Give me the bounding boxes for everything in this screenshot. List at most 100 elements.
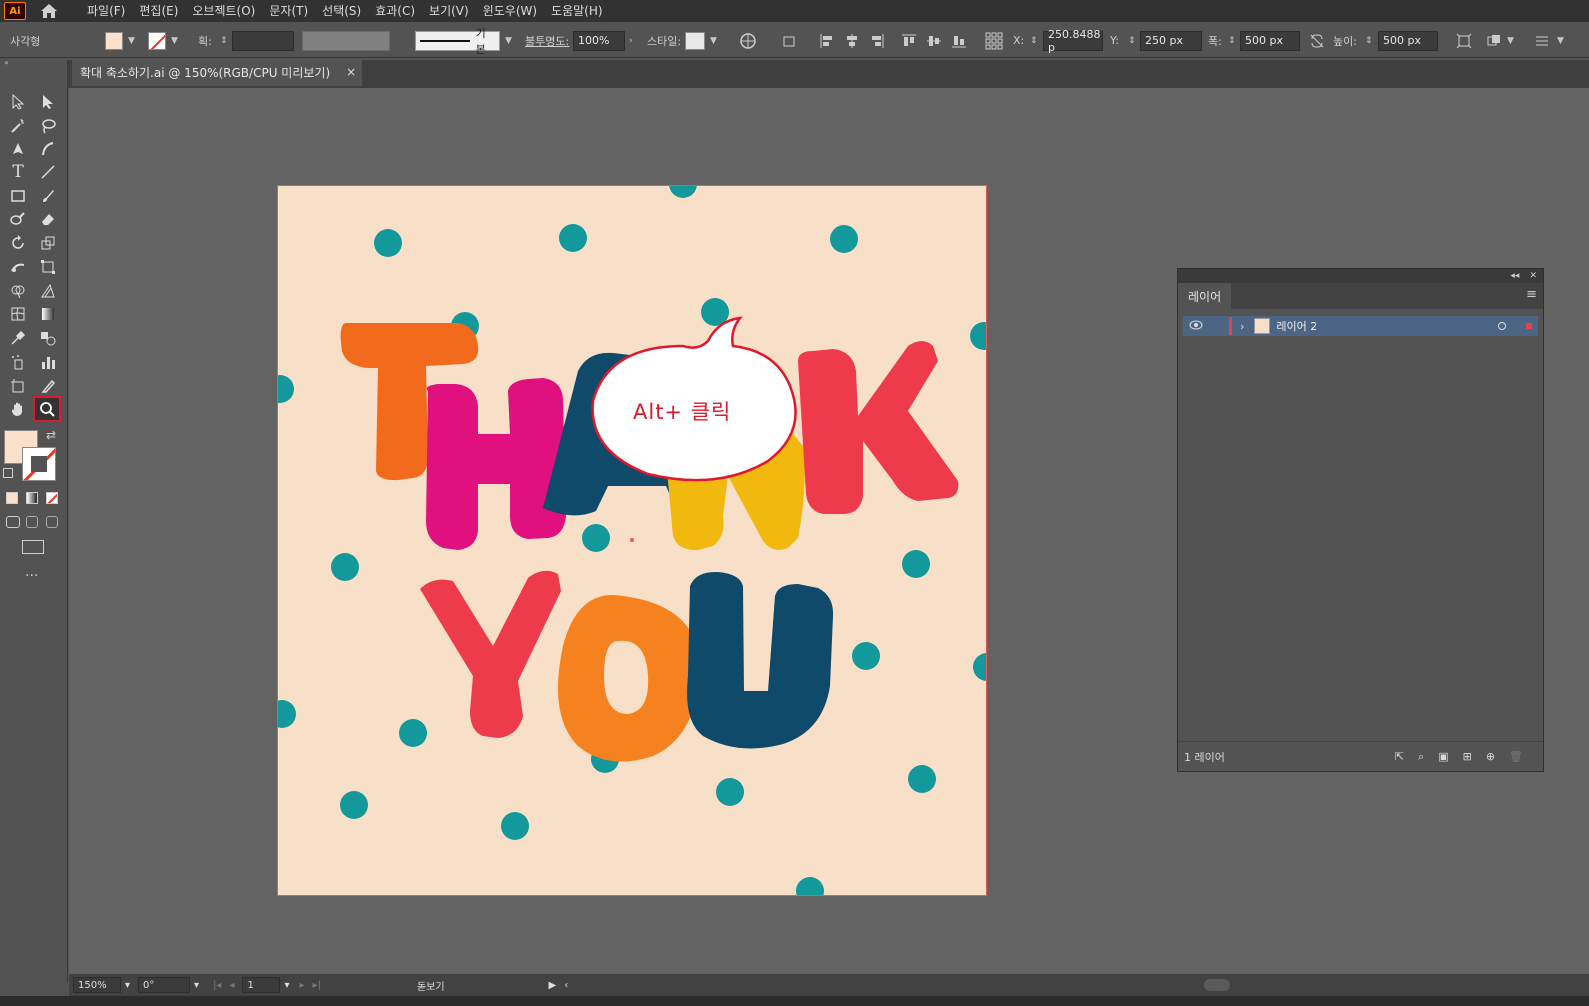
transform-options-icon[interactable]: [780, 32, 798, 50]
arrange-icon[interactable]: [1485, 32, 1503, 50]
height-field[interactable]: 500 px: [1378, 30, 1438, 51]
layer-row[interactable]: › 레이어 2: [1183, 316, 1538, 336]
type-tool-icon[interactable]: T: [6, 161, 30, 183]
free-transform-tool-icon[interactable]: [36, 256, 60, 278]
brush-definition[interactable]: 기본: [415, 27, 500, 56]
stroke-weight-field[interactable]: [232, 30, 294, 51]
selection-tool-icon[interactable]: [6, 91, 30, 113]
trash-icon[interactable]: 🗑: [1509, 750, 1523, 763]
collapse-panel-icon[interactable]: ◂◂: [1510, 271, 1519, 281]
home-icon[interactable]: [38, 2, 60, 20]
layer-name[interactable]: 레이어 2: [1276, 318, 1317, 334]
menu-view[interactable]: 보기(V): [422, 0, 476, 22]
rotation-field[interactable]: 0°: [138, 977, 191, 993]
rotation-dropdown-icon[interactable]: ▾: [194, 980, 199, 991]
artboard-tool-icon[interactable]: [6, 375, 30, 397]
scale-tool-icon[interactable]: [36, 232, 60, 254]
graphic-style-swatch[interactable]: [685, 31, 705, 50]
transform-icon[interactable]: [1455, 32, 1473, 50]
align-left-icon[interactable]: [818, 32, 836, 50]
mesh-tool-icon[interactable]: [6, 303, 30, 325]
style-dropdown-icon[interactable]: ▼: [710, 36, 717, 46]
zoom-dropdown-icon[interactable]: ▾: [125, 980, 130, 991]
color-mode-icon[interactable]: [6, 492, 18, 504]
zoom-tool-icon[interactable]: [33, 396, 61, 422]
control-bar-dropdown-icon[interactable]: ▼: [1557, 36, 1564, 46]
stroke-color-box[interactable]: [22, 447, 56, 481]
new-sublayer-icon[interactable]: ⊞: [1463, 750, 1472, 763]
none-mode-icon[interactable]: [46, 492, 58, 504]
eye-icon[interactable]: [1189, 320, 1203, 333]
rotate-tool-icon[interactable]: [6, 232, 30, 254]
y-field[interactable]: 250 px: [1140, 30, 1202, 51]
artboard-dropdown-icon[interactable]: ▾: [284, 980, 289, 991]
lasso-tool-icon[interactable]: [36, 115, 60, 137]
stroke-dropdown-icon[interactable]: ▼: [171, 36, 178, 46]
close-tab-icon[interactable]: ×: [346, 65, 356, 79]
align-top-icon[interactable]: [900, 32, 918, 50]
collapse-icon[interactable]: «: [4, 58, 9, 67]
pen-tool-icon[interactable]: [6, 138, 30, 160]
shape-builder-tool-icon[interactable]: [6, 280, 30, 302]
height-stepper-icon[interactable]: ⇕: [1365, 36, 1373, 46]
menu-type[interactable]: 문자(T): [262, 0, 315, 22]
menu-object[interactable]: 오브젝트(O): [185, 0, 262, 22]
recolor-artwork-icon[interactable]: [739, 32, 757, 50]
hand-tool-icon[interactable]: [6, 398, 30, 420]
opacity-field[interactable]: 100%: [573, 30, 625, 51]
menu-effect[interactable]: 효과(C): [368, 0, 422, 22]
clipping-mask-icon[interactable]: ▣: [1438, 750, 1448, 763]
align-bottom-icon[interactable]: [950, 32, 968, 50]
menu-help[interactable]: 도움말(H): [544, 0, 610, 22]
eyedropper-tool-icon[interactable]: [6, 327, 30, 349]
default-colors-icon[interactable]: [3, 468, 13, 478]
x-stepper-icon[interactable]: ⇕: [1030, 36, 1038, 46]
width-stepper-icon[interactable]: ⇕: [1228, 36, 1236, 46]
scroll-left-icon[interactable]: ‹: [564, 980, 568, 991]
panel-menu-icon[interactable]: [1533, 32, 1551, 50]
expand-layer-icon[interactable]: ›: [1240, 320, 1244, 333]
direct-selection-tool-icon[interactable]: [36, 91, 60, 113]
shaper-tool-icon[interactable]: [6, 208, 30, 230]
blend-tool-icon[interactable]: [36, 327, 60, 349]
align-hcenter-icon[interactable]: [843, 32, 861, 50]
fill-swatch[interactable]: [105, 31, 123, 50]
align-vcenter-icon[interactable]: [925, 32, 943, 50]
curvature-tool-icon[interactable]: [36, 138, 60, 160]
stroke-swatch[interactable]: [148, 31, 166, 50]
eraser-tool-icon[interactable]: [36, 208, 60, 230]
screen-mode-icon[interactable]: [22, 540, 44, 554]
opacity-arrow-icon[interactable]: ›: [629, 36, 633, 46]
paintbrush-tool-icon[interactable]: [36, 185, 60, 207]
close-panel-icon[interactable]: ✕: [1529, 271, 1537, 281]
line-segment-tool-icon[interactable]: [36, 161, 60, 183]
variable-width-profile[interactable]: [302, 30, 390, 51]
draw-inside-icon[interactable]: [46, 516, 58, 528]
swap-colors-icon[interactable]: ⇄: [46, 428, 56, 442]
constrain-proportions-icon[interactable]: [1308, 32, 1326, 50]
slice-tool-icon[interactable]: [36, 375, 60, 397]
horizontal-scrollbar-thumb[interactable]: [1204, 979, 1231, 991]
brush-dropdown-icon[interactable]: ▼: [505, 36, 512, 46]
more-tools-icon[interactable]: ···: [25, 568, 38, 584]
opacity-label[interactable]: 불투명도:: [525, 33, 569, 49]
menu-select[interactable]: 선택(S): [315, 0, 368, 22]
zoom-field[interactable]: 150%: [73, 977, 121, 993]
artboard[interactable]: Alt+ 클릭: [277, 185, 987, 896]
menu-window[interactable]: 윈도우(W): [476, 0, 544, 22]
column-graph-tool-icon[interactable]: [36, 351, 60, 373]
gradient-mode-icon[interactable]: [26, 492, 38, 504]
magic-wand-tool-icon[interactable]: [6, 115, 30, 137]
symbol-sprayer-tool-icon[interactable]: [6, 351, 30, 373]
panel-options-icon[interactable]: ≡: [1526, 287, 1537, 302]
gradient-tool-icon[interactable]: [36, 303, 60, 325]
align-right-icon[interactable]: [868, 32, 886, 50]
status-menu-icon[interactable]: ▶: [549, 980, 557, 991]
new-layer-icon[interactable]: ⊕: [1486, 750, 1495, 763]
rectangle-tool-icon[interactable]: [6, 185, 30, 207]
draw-normal-icon[interactable]: [6, 516, 20, 528]
layers-tab[interactable]: 레이어: [1178, 283, 1232, 309]
last-artboard-icon[interactable]: ▸|: [313, 980, 321, 991]
target-icon[interactable]: [1498, 322, 1506, 330]
prev-artboard-icon[interactable]: ◂: [229, 980, 234, 991]
